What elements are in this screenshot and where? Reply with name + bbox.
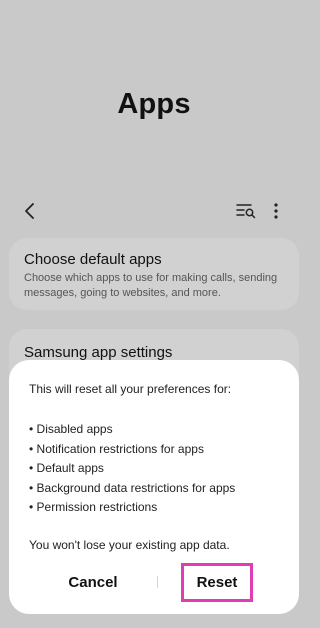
bottom-spacer (0, 618, 308, 628)
dialog-message: This will reset all your preferences for… (29, 382, 232, 396)
page-title: Apps (117, 88, 191, 120)
choose-default-apps-card[interactable]: Choose default apps Choose which apps to… (9, 238, 299, 310)
card-title: Choose default apps (24, 251, 162, 268)
list-item: • Background data restrictions for apps (29, 480, 236, 495)
cancel-button[interactable]: Cancel (28, 564, 158, 600)
list-item: • Disabled apps (29, 422, 113, 436)
chevron-left-icon (25, 203, 34, 219)
more-options-button[interactable] (266, 199, 286, 223)
search-list-button[interactable] (234, 199, 258, 223)
list-item: • Default apps (29, 461, 104, 475)
list-search-icon (236, 204, 256, 219)
card-description: Choose which apps to use for making call… (24, 272, 278, 299)
reset-preferences-dialog: This will reset all your preferences for… (9, 360, 299, 614)
list-item: • Permission restrictions (29, 500, 158, 514)
reset-button[interactable]: Reset (181, 563, 253, 602)
button-divider (157, 576, 158, 588)
toolbar (0, 196, 308, 226)
more-vertical-icon (274, 203, 278, 219)
list-item: • Notification restrictions for apps (29, 441, 204, 456)
dialog-note: You won't lose your existing app data. (29, 538, 230, 552)
back-button[interactable] (18, 199, 42, 223)
reset-items-list: • Disabled apps • Notification restricti… (29, 420, 235, 518)
